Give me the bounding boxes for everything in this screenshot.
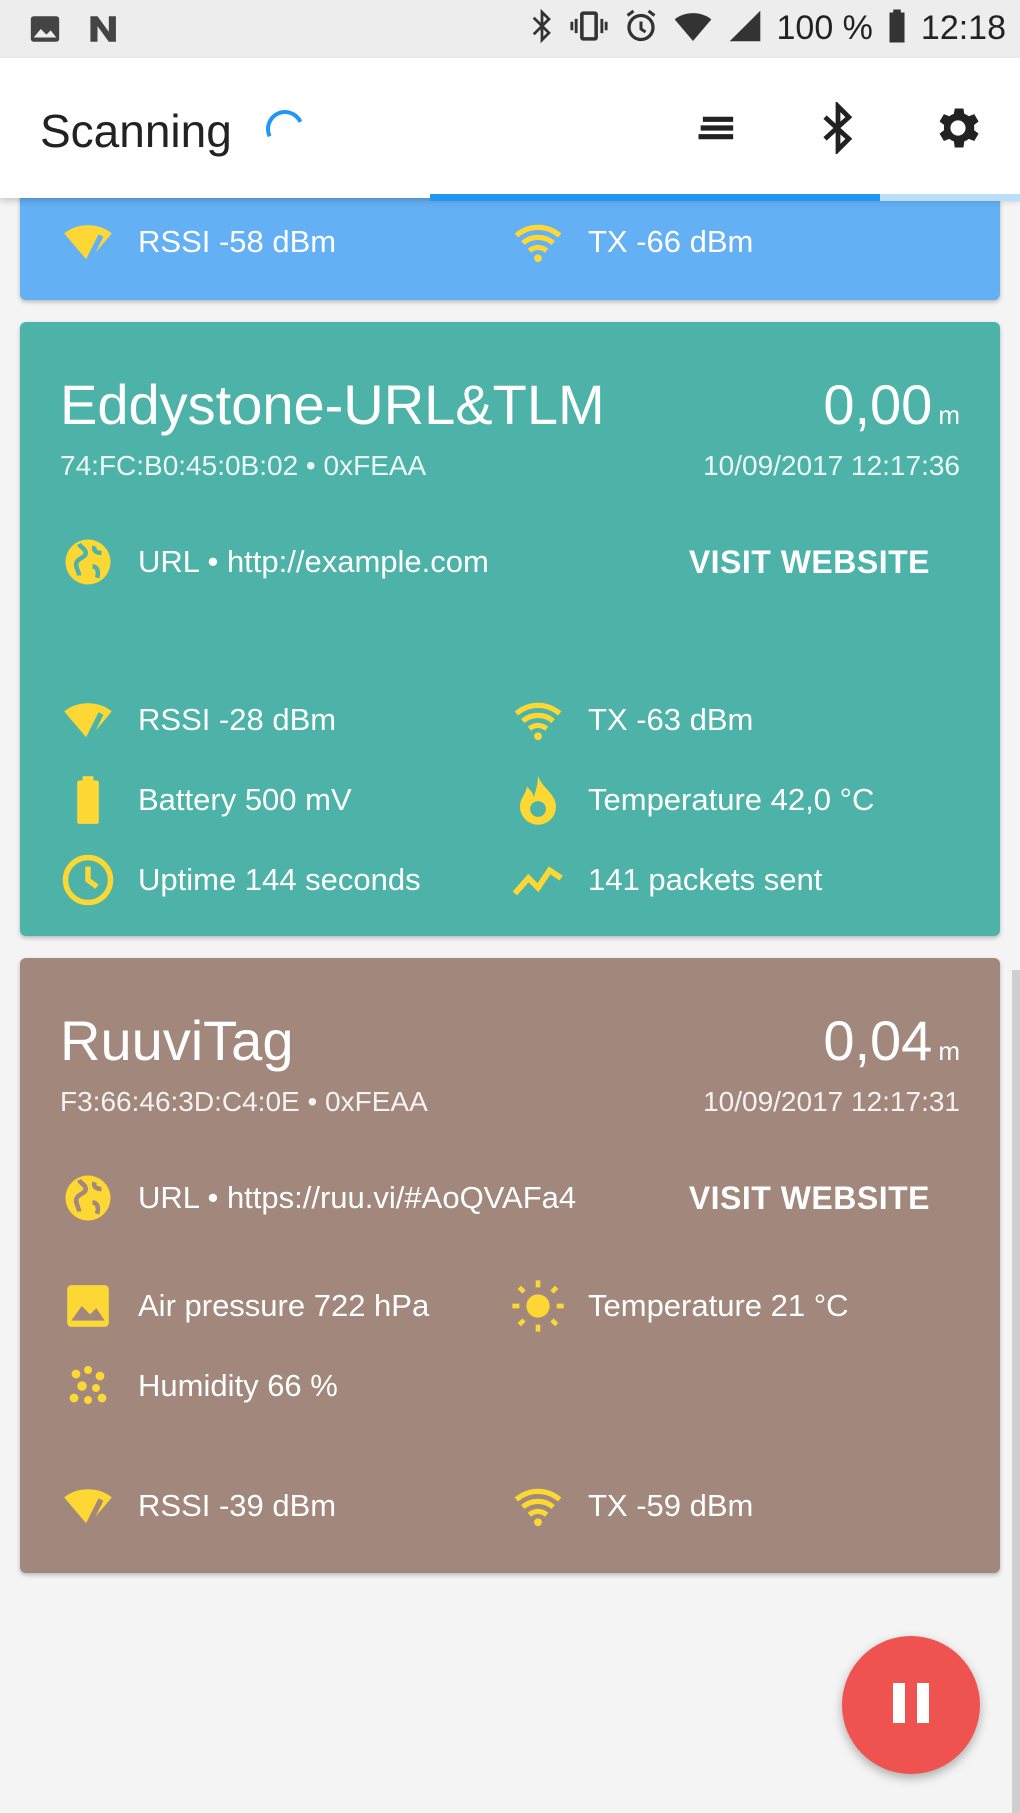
battery-row: Battery 500 mV [60, 772, 352, 828]
temperature-value: Temperature 21 °C [588, 1288, 849, 1323]
signal-status-icon [727, 9, 763, 48]
packets-value: 141 packets sent [588, 862, 823, 897]
packets-row: 141 packets sent [510, 852, 822, 908]
wifi-tx-icon [510, 214, 566, 270]
battery-percent: 100 % [776, 9, 873, 47]
url-value: URL • https://ruu.vi/#AoQVAFa4 [138, 1180, 577, 1215]
rssi-value: RSSI -39 dBm [138, 1488, 337, 1523]
beacon-address: F3:66:46:3D:C4:0E • 0xFEAA [60, 1086, 428, 1117]
globe-icon [60, 1170, 116, 1226]
bluetooth-status-icon [529, 8, 555, 49]
tab-indicator-secondary [880, 194, 1020, 201]
wifi-tx-icon [510, 1478, 566, 1534]
rssi-row: RSSI -58 dBm [60, 214, 336, 270]
temperature-value: Temperature 42,0 °C [588, 782, 875, 817]
wifi-status-icon [673, 9, 713, 48]
bluetooth-icon[interactable] [812, 100, 864, 156]
beacon-card-ruuvitag[interactable]: RuuviTag 0,04 m F3:66:46:3D:C4:0E • 0xFEA… [20, 958, 1000, 1573]
pause-icon [889, 1678, 933, 1733]
scanning-spinner-icon [260, 104, 310, 154]
tx-row: TX -63 dBm [510, 692, 753, 748]
visit-website-button[interactable]: VISIT WEBSITE [689, 1180, 930, 1217]
tx-value: TX -63 dBm [588, 702, 754, 737]
settings-gear-icon[interactable] [932, 102, 984, 154]
temperature-row: Temperature 21 °C [510, 1278, 849, 1334]
scrollbar[interactable] [1012, 970, 1020, 1813]
page-title: Scanning [40, 105, 232, 157]
rssi-row: RSSI -28 dBm [60, 692, 336, 748]
sort-icon[interactable] [692, 102, 744, 154]
temperature-row: Temperature 42,0 °C [510, 772, 874, 828]
pressure-value: Air pressure 722 hPa [138, 1288, 430, 1323]
globe-icon [60, 534, 116, 590]
beacon-timestamp: 10/09/2017 12:17:36 [703, 450, 960, 481]
tx-row: TX -66 dBm [510, 214, 753, 270]
clock: 12:18 [920, 9, 1006, 47]
url-value: URL • http://example.com [138, 544, 489, 579]
uptime-row: Uptime 144 seconds [60, 852, 421, 908]
n-notification-icon [86, 12, 126, 51]
status-bar: 100 % 12:18 [0, 0, 1020, 58]
distance-value: 0,04 [823, 1009, 933, 1072]
landscape-image-icon [60, 1278, 116, 1334]
signal-rssi-icon [60, 692, 116, 748]
alarm-icon [623, 8, 659, 49]
rssi-value: RSSI -28 dBm [138, 702, 337, 737]
app-bar: Scanning [0, 58, 1020, 201]
sun-icon [510, 1278, 566, 1334]
beacon-card-partial[interactable]: RSSI -58 dBm TX -66 dBm [20, 190, 1000, 300]
flame-icon [510, 772, 566, 828]
distance-value: 0,00 [823, 373, 933, 436]
rssi-row: RSSI -39 dBm [60, 1478, 336, 1534]
battery-status-icon [887, 8, 907, 49]
url-row: URL • https://ruu.vi/#AoQVAFa4 [60, 1170, 576, 1226]
battery-value: Battery 500 mV [138, 782, 352, 817]
pause-scan-button[interactable] [842, 1636, 980, 1774]
url-row: URL • http://example.com [60, 534, 489, 590]
visit-website-button[interactable]: VISIT WEBSITE [689, 544, 930, 581]
battery-icon [60, 772, 116, 828]
trending-chart-icon [510, 852, 566, 908]
humidity-value: Humidity 66 % [138, 1368, 338, 1403]
beacon-distance: 0,00 m [823, 372, 960, 437]
beacon-name: Eddystone-URL&TLM [60, 373, 605, 436]
beacon-card-eddystone[interactable]: Eddystone-URL&TLM 0,00 m 74:FC:B0:45:0B:0… [20, 322, 1000, 936]
beacon-distance: 0,04 m [823, 1008, 960, 1073]
wifi-tx-icon [510, 692, 566, 748]
rssi-value: RSSI -58 dBm [138, 224, 337, 259]
tx-value: TX -59 dBm [588, 1488, 754, 1523]
distance-unit: m [938, 400, 960, 430]
beacon-address: 74:FC:B0:45:0B:02 • 0xFEAA [60, 450, 427, 481]
tx-row: TX -59 dBm [510, 1478, 753, 1534]
image-notification-icon [28, 12, 62, 51]
humidity-dots-icon [60, 1358, 116, 1414]
signal-rssi-icon [60, 1478, 116, 1534]
pressure-row: Air pressure 722 hPa [60, 1278, 429, 1334]
distance-unit: m [938, 1036, 960, 1066]
vibrate-icon [569, 8, 609, 49]
signal-rssi-icon [60, 214, 116, 270]
beacon-name: RuuviTag [60, 1009, 294, 1072]
tx-value: TX -66 dBm [588, 224, 754, 259]
humidity-row: Humidity 66 % [60, 1358, 338, 1414]
uptime-value: Uptime 144 seconds [138, 862, 421, 897]
clock-icon [60, 852, 116, 908]
tab-indicator [430, 194, 880, 201]
beacon-timestamp: 10/09/2017 12:17:31 [703, 1086, 960, 1117]
